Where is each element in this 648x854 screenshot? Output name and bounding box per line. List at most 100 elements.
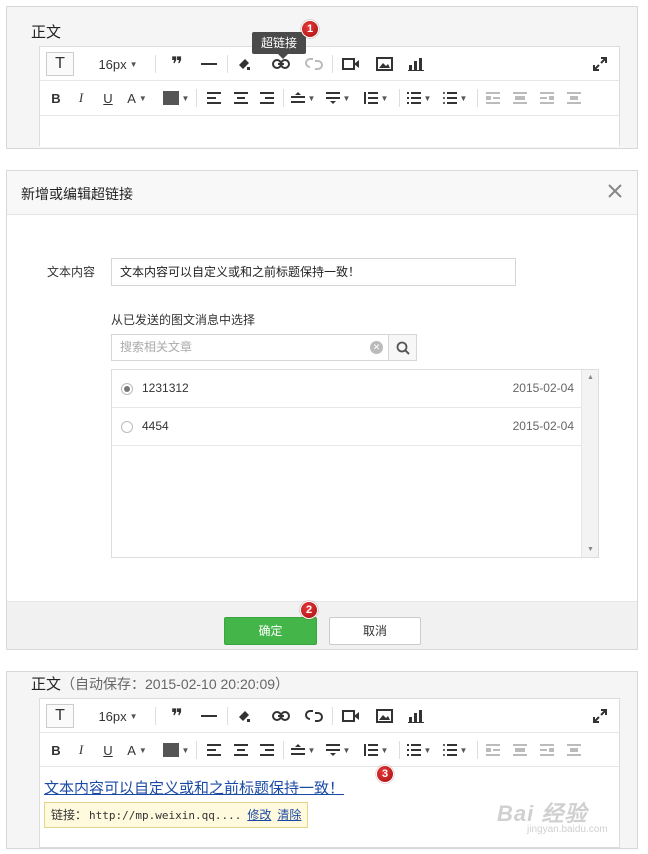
float-none-icon[interactable] (510, 738, 530, 762)
align-center-icon[interactable] (230, 738, 252, 762)
align-right-icon[interactable] (256, 738, 278, 762)
unlink-icon[interactable] (302, 704, 326, 728)
link-icon[interactable] (268, 704, 294, 728)
select-from-sent-label: 从已发送的图文消息中选择 (111, 313, 256, 327)
radio-button[interactable] (121, 421, 133, 433)
line-height-icon[interactable]: ▼ (360, 86, 392, 110)
search-input[interactable]: 搜索相关文章 (111, 334, 389, 361)
watermark-url: jingyan.baidu.com (527, 824, 608, 835)
edit-link[interactable]: 修改 (247, 808, 271, 822)
font-color-icon[interactable]: A ▼ (124, 738, 150, 762)
scroll-down-icon[interactable]: ▼ (587, 546, 594, 553)
fullscreen-icon[interactable] (589, 704, 611, 728)
link-dialog: 新增或编辑超链接 文本内容 文本内容可以自定义或和之前标题保持一致！ 从已发送的… (6, 170, 638, 650)
search-icon (396, 341, 410, 355)
editor-content-area[interactable] (40, 115, 619, 147)
float-center-icon[interactable] (564, 86, 584, 110)
chart-icon[interactable] (405, 52, 427, 76)
highlight-icon[interactable]: ▼ (161, 738, 191, 762)
float-left-icon[interactable] (483, 86, 503, 110)
font-size-select[interactable]: 16px ▼ (88, 704, 148, 728)
highlight-icon[interactable]: ▼ (161, 86, 191, 110)
spacing-after-icon[interactable]: ▼ (323, 86, 353, 110)
step-badge-3: 3 (376, 765, 394, 783)
float-left-icon[interactable] (483, 738, 503, 762)
font-color-icon[interactable]: A ▼ (124, 86, 150, 110)
image-icon[interactable] (373, 704, 395, 728)
list-item[interactable]: 4454 2015-02-04 (112, 408, 582, 446)
divider (283, 741, 284, 759)
float-right-icon[interactable] (537, 86, 557, 110)
ordered-list-icon[interactable]: ▼ (404, 738, 434, 762)
divider (332, 707, 333, 725)
hyperlink-text[interactable]: 文本内容可以自定义或和之前标题保持一致！ (44, 777, 344, 798)
divider (155, 55, 156, 73)
divider (155, 707, 156, 725)
font-size-select[interactable]: 16px ▼ (88, 52, 148, 76)
ordered-list-icon[interactable]: ▼ (404, 86, 434, 110)
dialog-header: 新增或编辑超链接 (7, 171, 637, 215)
image-icon[interactable] (373, 52, 395, 76)
scrollbar[interactable]: ▲ ▼ (581, 370, 598, 557)
bullet-list-icon[interactable]: ▼ (440, 738, 470, 762)
article-date: 2015-02-04 (512, 419, 574, 433)
float-none-icon[interactable] (510, 86, 530, 110)
list-item[interactable]: 1231312 2015-02-04 (112, 370, 582, 408)
spacing-after-icon[interactable]: ▼ (323, 738, 353, 762)
text-style-button[interactable]: T (46, 704, 74, 728)
font-size-value: 16px (98, 56, 127, 72)
confirm-button[interactable]: 确定 (224, 617, 317, 645)
line-height-icon[interactable]: ▼ (360, 738, 392, 762)
video-icon[interactable] (340, 52, 362, 76)
editor-panel-top: 正文 T 16px ▼ ❞ B I U A ▼ ▼ ▼ ▼ ▼ ▼ ▼ 超链接 … (6, 6, 638, 149)
blockquote-icon[interactable]: ❞ (166, 52, 188, 76)
unlink-icon[interactable] (302, 52, 326, 76)
underline-icon[interactable]: U (96, 738, 120, 762)
chart-icon[interactable] (405, 704, 427, 728)
chevron-down-icon: ▼ (129, 59, 138, 69)
align-right-icon[interactable] (256, 86, 278, 110)
video-icon[interactable] (340, 704, 362, 728)
fullscreen-icon[interactable] (589, 52, 611, 76)
radio-button[interactable] (121, 383, 133, 395)
link-url[interactable]: http://mp.weixin.qq.... (89, 809, 241, 822)
align-center-icon[interactable] (230, 86, 252, 110)
horizontal-rule-icon[interactable] (198, 52, 220, 76)
italic-icon[interactable]: I (73, 86, 89, 110)
search-button[interactable] (388, 334, 417, 361)
bold-icon[interactable]: B (48, 738, 64, 762)
bold-icon[interactable]: B (48, 86, 64, 110)
cancel-button[interactable]: 取消 (329, 617, 421, 645)
align-left-icon[interactable] (202, 738, 226, 762)
blockquote-icon[interactable]: ❞ (166, 704, 188, 728)
horizontal-rule-icon[interactable] (198, 704, 220, 728)
toolbar-format: B I U A ▼ ▼ ▼ ▼ ▼ ▼ ▼ (40, 733, 619, 767)
step-badge-1: 1 (301, 20, 319, 38)
italic-icon[interactable]: I (73, 738, 89, 762)
step-badge-2: 2 (300, 601, 318, 619)
text-style-button[interactable]: T (46, 52, 74, 76)
toolbar-main: T 16px ▼ ❞ (40, 699, 619, 733)
scroll-up-icon[interactable]: ▲ (587, 374, 594, 381)
clear-link[interactable]: 清除 (277, 808, 301, 822)
spacing-before-icon[interactable]: ▼ (288, 738, 318, 762)
format-painter-icon[interactable] (233, 704, 255, 728)
editor-title: 正文 (31, 24, 62, 41)
text-content-label: 文本内容 (47, 265, 96, 279)
spacing-before-icon[interactable]: ▼ (288, 86, 318, 110)
clear-icon[interactable]: ✕ (370, 341, 383, 354)
close-icon[interactable] (607, 183, 623, 199)
float-center-icon[interactable] (564, 738, 584, 762)
article-date: 2015-02-04 (512, 381, 574, 395)
bullet-list-icon[interactable]: ▼ (440, 86, 470, 110)
format-painter-icon[interactable] (233, 52, 255, 76)
underline-icon[interactable]: U (100, 86, 116, 110)
link-tooltip: 超链接 (252, 32, 307, 59)
editor-box: T 16px ▼ ❞ B I U A ▼ ▼ ▼ ▼ (39, 46, 620, 147)
watermark: Bai 经验 jingyan.baidu.com (497, 794, 617, 840)
align-left-icon[interactable] (202, 86, 226, 110)
link-popup: 链接： http://mp.weixin.qq.... 修改 清除 (44, 802, 309, 828)
text-content-input[interactable]: 文本内容可以自定义或和之前标题保持一致！ (111, 258, 516, 286)
link-label: 链接： (51, 808, 88, 822)
float-right-icon[interactable] (537, 738, 557, 762)
